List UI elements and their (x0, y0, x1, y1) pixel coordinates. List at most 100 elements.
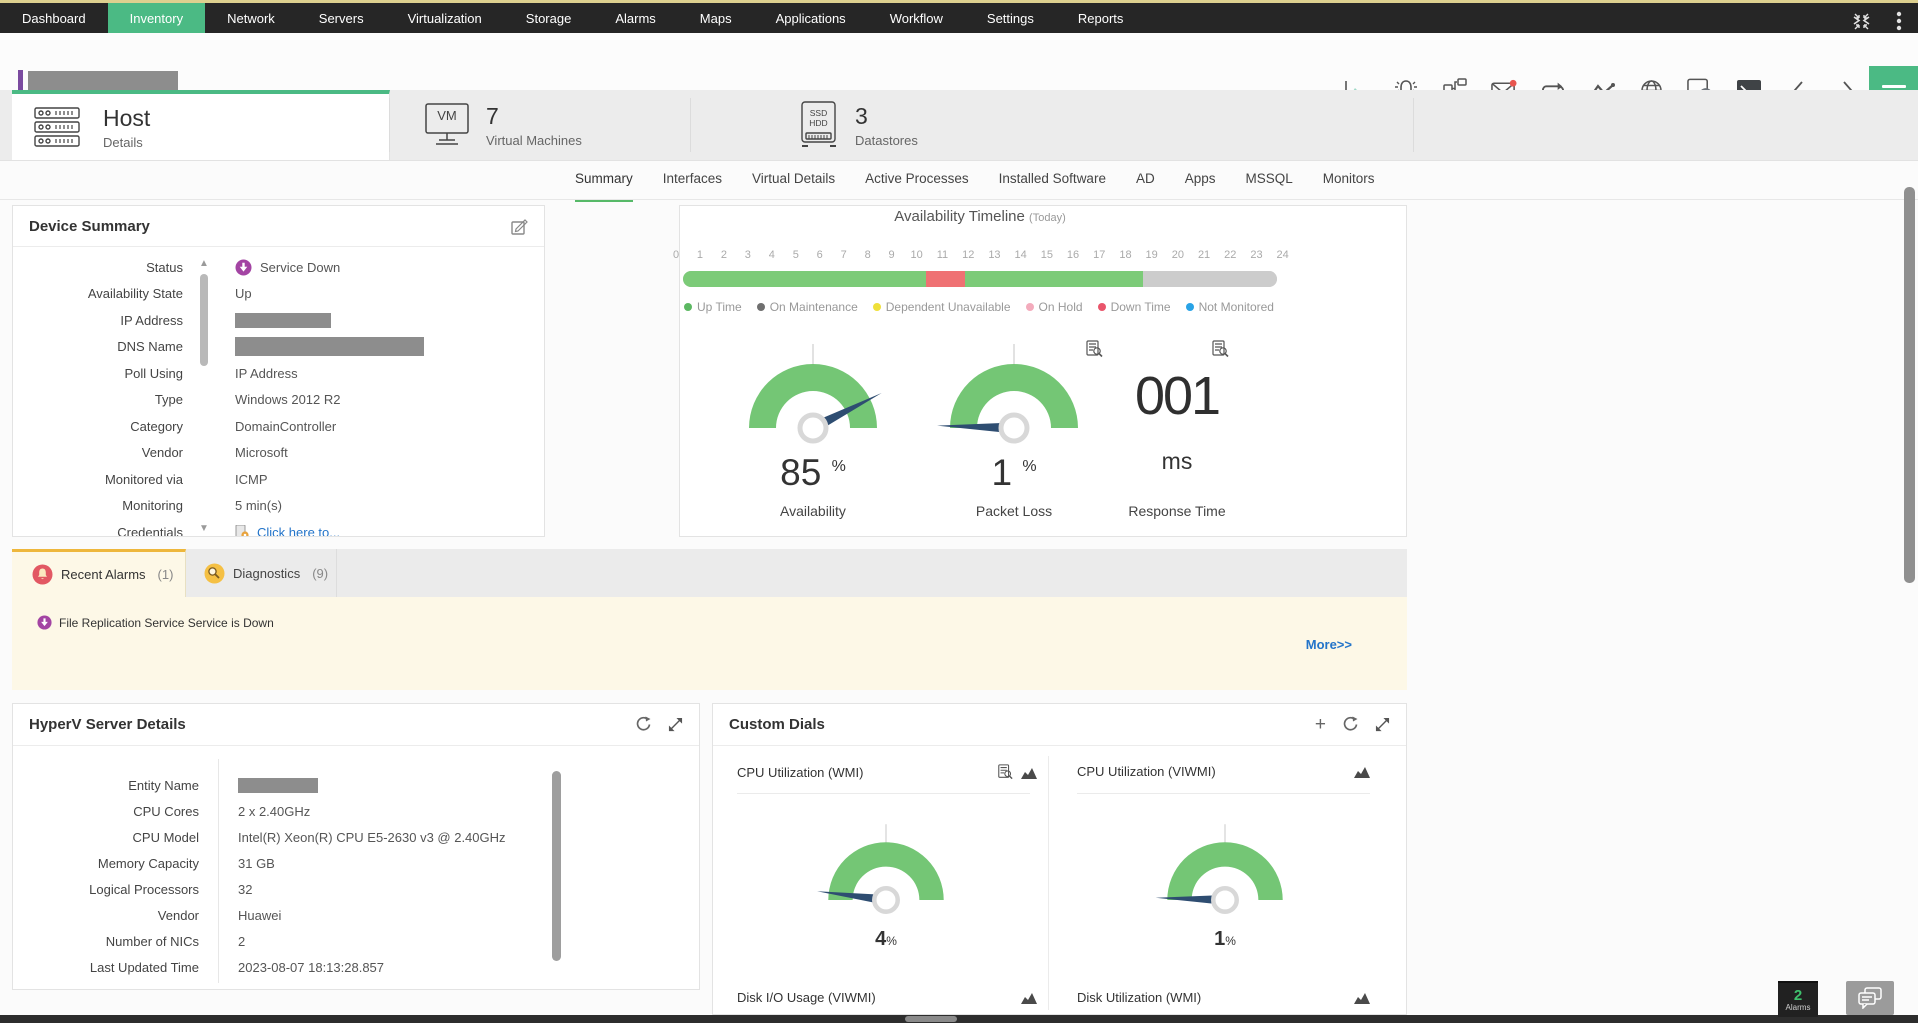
scroll-down-icon[interactable]: ▼ (197, 523, 211, 534)
subtab-interfaces[interactable]: Interfaces (663, 159, 722, 202)
timeline-hour-label: 2 (720, 249, 727, 261)
row-credentials: Credentials Click here to... (13, 519, 544, 536)
nav-workflow[interactable]: Workflow (868, 3, 965, 33)
credentials-link[interactable]: Click here to... (257, 525, 340, 536)
timeline-bar[interactable] (683, 271, 1277, 287)
refresh-icon[interactable] (635, 716, 652, 733)
cpu-wmi-title: CPU Utilization (WMI) (737, 764, 864, 780)
row-vendor: Vendor Microsoft (141, 445, 288, 461)
availability-label: Availability (780, 503, 846, 519)
timeline-hour-label: 1 (696, 249, 704, 261)
row-number-of-nics: Number of NICs 2 (105, 933, 246, 949)
dial-graph-icon[interactable] (1021, 766, 1037, 779)
tab-host-details[interactable]: Host Details (12, 90, 390, 160)
device-summary-scrollbar[interactable]: ▲ ▼ (197, 258, 211, 534)
nav-network[interactable]: Network (205, 3, 297, 33)
tab-datastores[interactable]: SSD HDD 3 Datastores (691, 90, 1413, 160)
service-down-icon (235, 259, 252, 276)
subtab-ad[interactable]: AD (1136, 159, 1155, 202)
alarm-item[interactable]: File Replication Service Service is Down (37, 615, 274, 630)
nav-dashboard[interactable]: Dashboard (0, 3, 108, 33)
add-dial-icon[interactable]: + (1315, 715, 1326, 734)
subtabs-divider (0, 199, 1918, 200)
device-name-redacted (28, 71, 178, 91)
device-summary-panel: Device Summary Status Service Down Avail… (12, 205, 545, 537)
tab-virtual-machines[interactable]: VM 7 Virtual Machines (390, 90, 690, 160)
row-monitored-via: Monitored via ICMP (104, 471, 268, 487)
timeline-hour-label: 19 (1145, 249, 1158, 261)
subtab-installed-software[interactable]: Installed Software (999, 159, 1106, 202)
timeline-hour-label: 17 (1093, 249, 1106, 261)
horizontal-scrollbar-thumb[interactable] (905, 1016, 957, 1022)
nav-applications[interactable]: Applications (754, 3, 868, 33)
collapse-icon[interactable] (1848, 8, 1874, 34)
subtab-apps[interactable]: Apps (1185, 159, 1216, 202)
timeline-hour-label: 7 (840, 249, 847, 261)
page-scrollbar-thumb[interactable] (1904, 187, 1915, 583)
svg-text:VM: VM (437, 108, 457, 123)
row-availability-state: Availability State Up (87, 286, 252, 302)
tab-divider (1413, 98, 1414, 152)
custom-dials-title: Custom Dials (729, 716, 825, 733)
diagnostics-label: Diagnostics (233, 565, 301, 581)
refresh-icon[interactable] (1342, 716, 1359, 733)
nav-alarms[interactable]: Alarms (593, 3, 677, 33)
disk-io-dial-header: Disk I/O Usage (VIWMI) (737, 990, 1037, 1005)
dial-graph-icon[interactable] (1021, 991, 1037, 1004)
cpu-viwmi-value: 1% (1214, 928, 1236, 950)
expand-icon[interactable] (1375, 717, 1390, 732)
legend-up-time: Up Time (684, 300, 742, 314)
credentials-icon (235, 525, 249, 536)
row-type: Type Windows 2012 R2 (154, 392, 341, 408)
cpu-wmi-value: 4% (875, 928, 897, 950)
cpu-viwmi-gauge (1148, 817, 1302, 918)
feedback-chat-button[interactable] (1846, 981, 1894, 1015)
device-summary-rows: Status Service Down Availability State U… (13, 254, 544, 536)
poll-using-value: IP Address (235, 365, 298, 381)
timeline-hour-label: 13 (988, 249, 1001, 261)
response-time-unit: ms (1161, 448, 1193, 474)
nav-settings[interactable]: Settings (965, 3, 1056, 33)
nav-servers[interactable]: Servers (297, 3, 386, 33)
nav-inventory[interactable]: Inventory (107, 3, 206, 33)
nav-reports[interactable]: Reports (1056, 3, 1146, 33)
subtab-active-processes[interactable]: Active Processes (865, 159, 969, 202)
alarms-badge[interactable]: 2 Alarms (1778, 981, 1818, 1017)
scroll-up-icon[interactable]: ▲ (197, 258, 211, 269)
timeline-hour-label: 5 (792, 249, 799, 261)
tab-recent-alarms[interactable]: Recent Alarms (1) (12, 549, 186, 597)
main-navbar: Dashboard Inventory Network Servers Virt… (0, 3, 1918, 33)
alarm-message[interactable]: File Replication Service Service is Down (59, 616, 274, 630)
vm-count: 7 (486, 102, 499, 129)
memory-capacity-value: 31 GB (238, 855, 275, 871)
nav-storage[interactable]: Storage (504, 3, 594, 33)
packet-loss-report-icon[interactable] (1081, 336, 1107, 362)
subtab-summary[interactable]: Summary (575, 159, 633, 202)
packet-loss-gauge (929, 336, 1099, 448)
kebab-menu-icon[interactable] (1886, 8, 1912, 34)
edit-icon[interactable] (511, 218, 528, 235)
tab-diagnostics[interactable]: Diagnostics (9) (186, 549, 337, 597)
horizontal-scrollbar-track[interactable] (0, 1015, 1918, 1023)
response-time-report-icon[interactable] (1207, 336, 1233, 362)
disk-util-title: Disk Utilization (WMI) (1077, 990, 1202, 1005)
scrollbar-thumb[interactable] (200, 274, 208, 366)
entity-name-redacted (238, 777, 318, 793)
subtab-virtual-details[interactable]: Virtual Details (752, 159, 835, 202)
dial-report-icon[interactable] (997, 764, 1013, 780)
response-time-label: Response Time (1128, 503, 1226, 519)
alarms-more-link[interactable]: More>> (1306, 637, 1352, 652)
device-summary-title: Device Summary (29, 217, 150, 235)
nav-maps[interactable]: Maps (678, 3, 754, 33)
subtab-mssql[interactable]: MSSQL (1246, 159, 1293, 202)
dials-divider (1048, 756, 1049, 1010)
nav-virtualization[interactable]: Virtualization (386, 3, 504, 33)
dial-graph-icon[interactable] (1354, 765, 1370, 778)
subtab-monitors[interactable]: Monitors (1323, 159, 1375, 202)
dial-graph-icon[interactable] (1354, 991, 1370, 1004)
svg-text:SSD: SSD (810, 108, 827, 118)
expand-icon[interactable] (668, 717, 683, 732)
recent-alarms-label: Recent Alarms (61, 567, 146, 582)
host-rack-icon (34, 107, 81, 147)
hyperv-scrollbar-thumb[interactable] (552, 771, 561, 961)
